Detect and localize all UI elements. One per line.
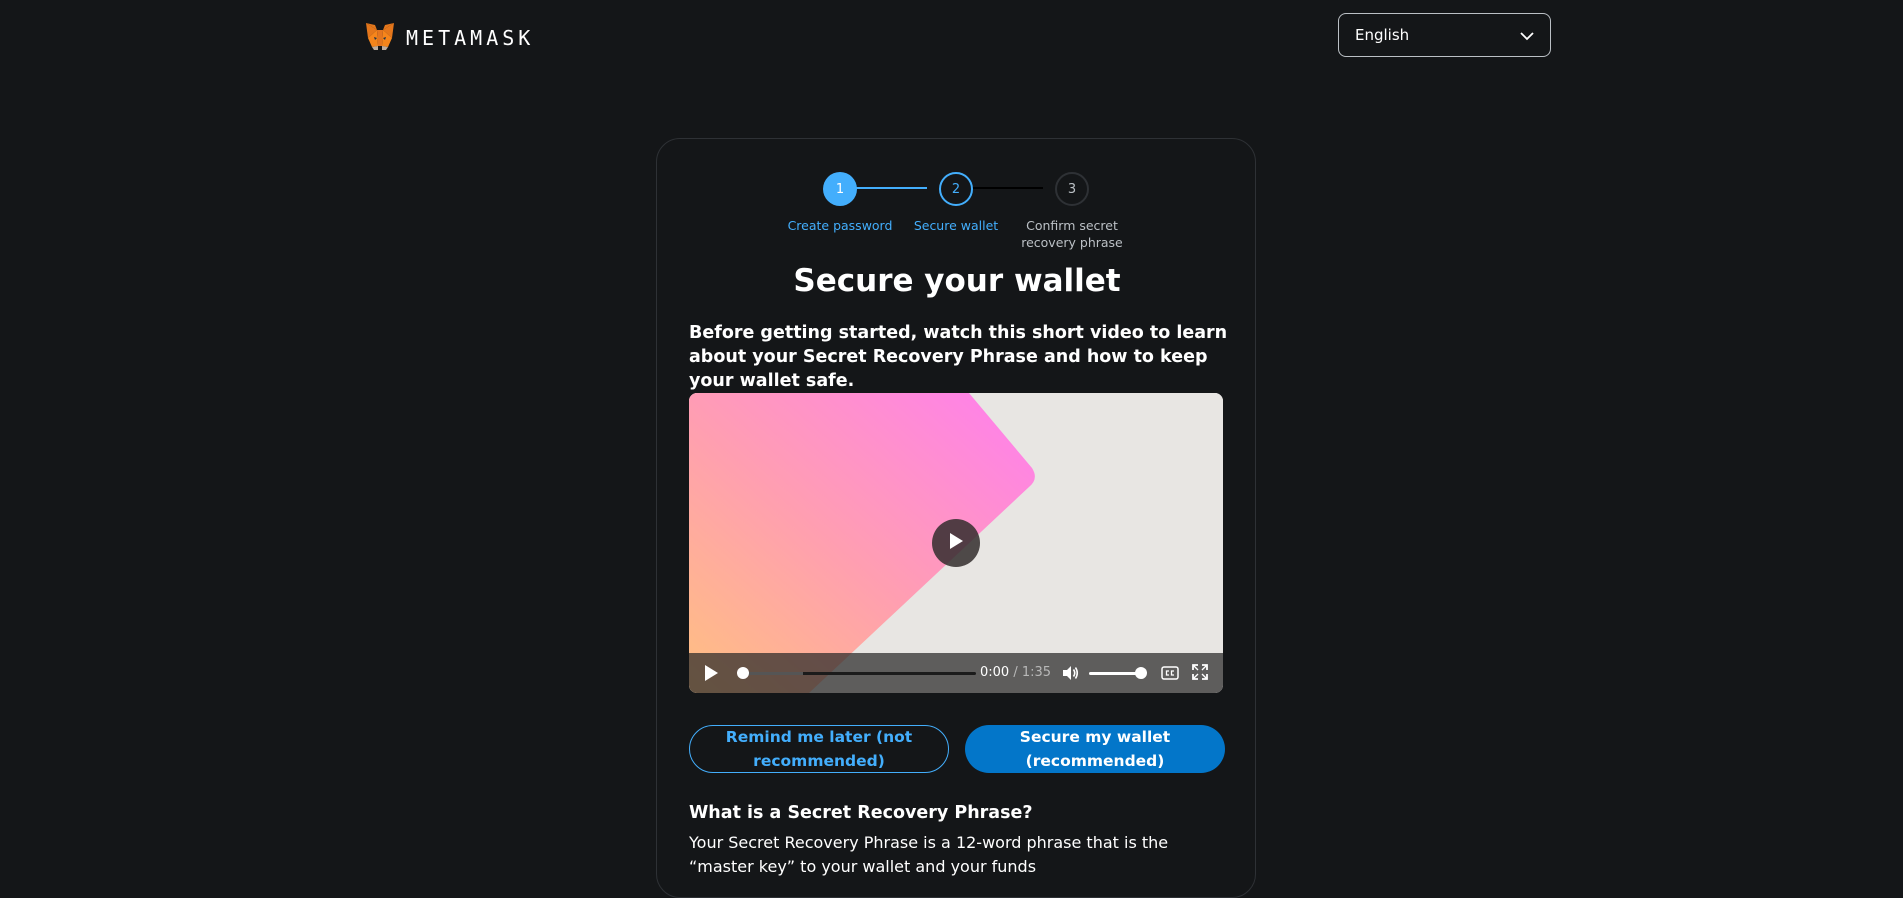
video-player[interactable]: 0:00 / 1:35: [689, 393, 1223, 693]
video-time: 0:00 / 1:35: [980, 665, 1051, 680]
progress-stepper: 1 2 3 Create password Secure wallet Conf…: [657, 139, 1257, 259]
duration: 1:35: [1021, 665, 1052, 680]
captions-icon[interactable]: [1161, 665, 1179, 684]
language-select[interactable]: English: [1338, 13, 1551, 57]
step-2-label: Secure wallet: [913, 218, 999, 233]
volume-icon[interactable]: [1061, 664, 1079, 686]
faq-body: Your Secret Recovery Phrase is a 12-word…: [689, 833, 1169, 876]
header: METAMASK English: [0, 0, 1903, 72]
secure-my-wallet-button[interactable]: Secure my wallet (recommended): [965, 725, 1225, 773]
step-1-label: Create password: [787, 218, 893, 233]
video-controls: 0:00 / 1:35: [689, 653, 1223, 693]
video-buffer: [743, 672, 803, 675]
remind-me-later-button[interactable]: Remind me later (not recommended): [689, 725, 949, 773]
fullscreen-icon[interactable]: [1192, 664, 1208, 684]
page-title: Secure your wallet: [793, 263, 1121, 299]
intro-text: Before getting started, watch this short…: [689, 323, 1228, 391]
metamask-logo[interactable]: METAMASK: [364, 20, 534, 56]
big-play-button[interactable]: [932, 519, 980, 567]
faq-title: What is a Secret Recovery Phrase?: [689, 803, 1033, 823]
step-1-indicator: 1: [823, 172, 857, 206]
fox-icon: [364, 20, 396, 56]
language-value: English: [1355, 26, 1410, 44]
chevron-down-icon: [1520, 26, 1534, 45]
time-separator: /: [1009, 665, 1022, 680]
volume-handle[interactable]: [1135, 667, 1147, 679]
step-3-label: Confirm secret recovery phrase: [1021, 218, 1123, 250]
step-2-indicator: 2: [939, 172, 973, 206]
video-progress-bar[interactable]: [743, 672, 976, 675]
play-icon[interactable]: [703, 664, 719, 686]
step-3-indicator: 3: [1055, 172, 1089, 206]
video-progress-handle[interactable]: [737, 667, 749, 679]
play-icon: [948, 532, 964, 554]
onboarding-card: 1 2 3 Create password Secure wallet Conf…: [656, 138, 1256, 898]
brand-wordmark: METAMASK: [406, 26, 535, 50]
current-time: 0:00: [980, 665, 1010, 680]
